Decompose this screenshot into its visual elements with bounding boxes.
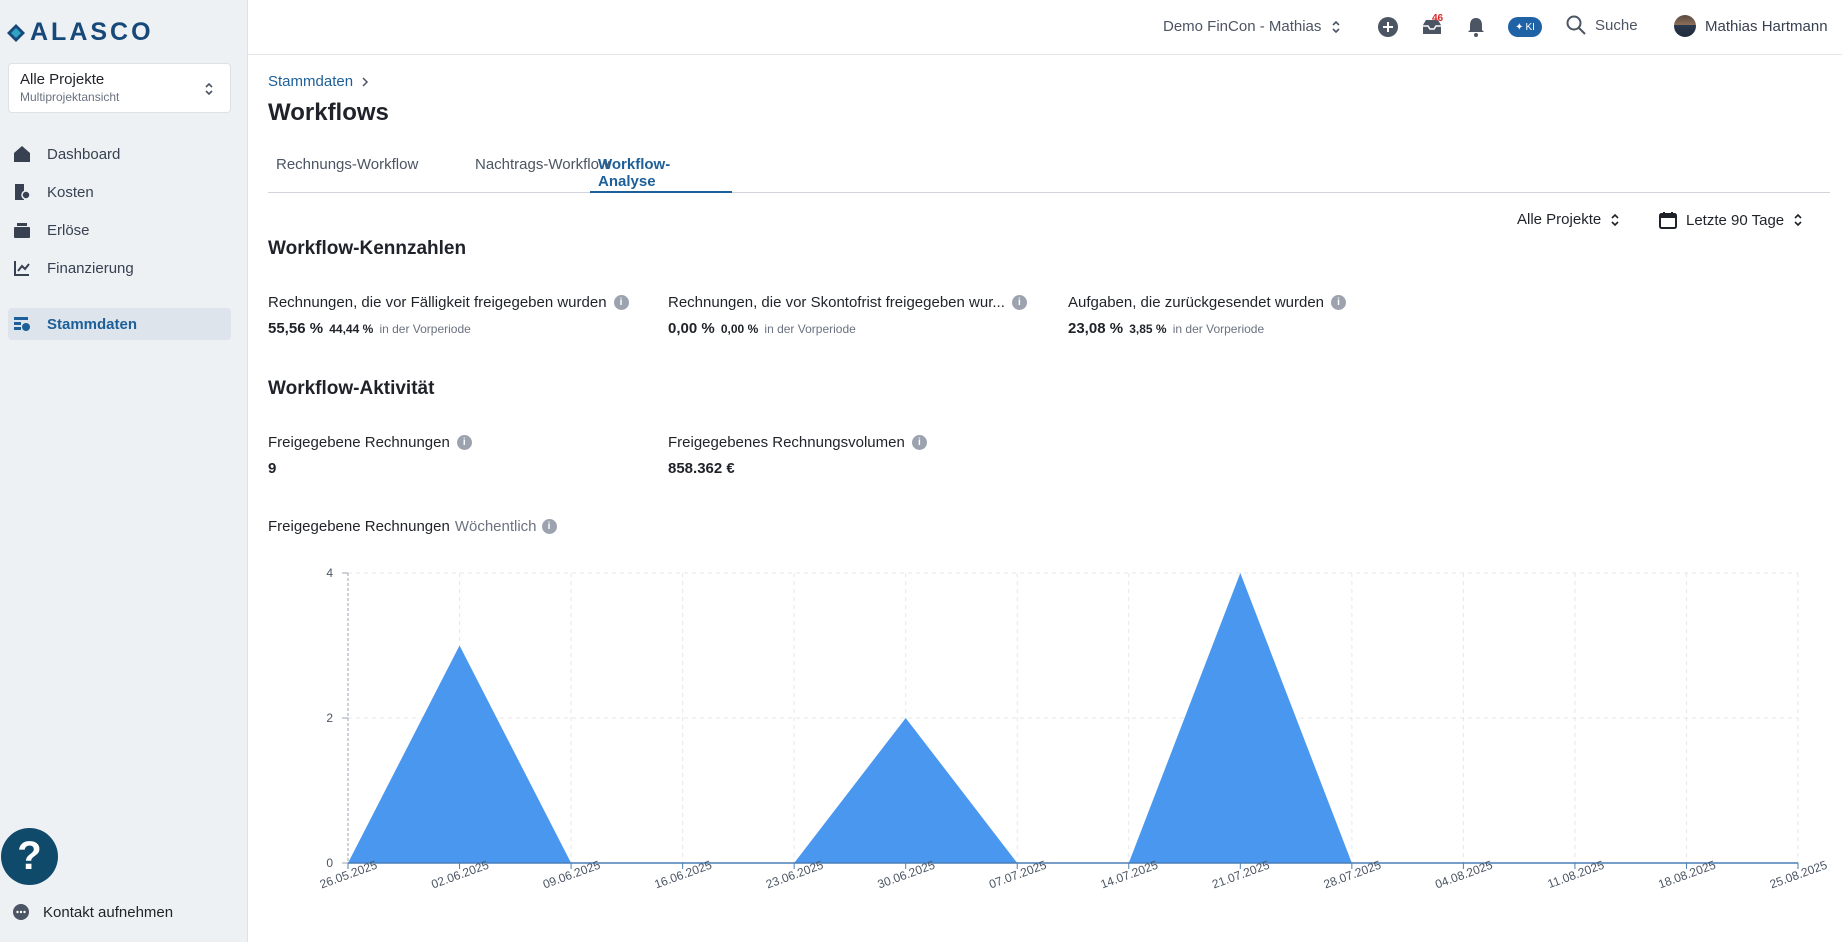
chevron-right-icon	[362, 76, 369, 87]
kpi-value: 858.362 €	[668, 460, 735, 477]
chat-icon	[13, 904, 29, 920]
tenant-selector[interactable]: Demo FinCon - Mathias	[1163, 18, 1341, 35]
top-bar: Demo FinCon - Mathias 46 ✦ KI Suche Math…	[248, 0, 1842, 55]
kpi-value: 0,00 %	[668, 320, 715, 337]
weekly-approvals-chart: 0 2 4 26.05.2025 02.06.2025 09.06.2025 16.06.2…	[300, 555, 1842, 942]
kpi-value: 9	[268, 460, 277, 477]
sidebar-item-label: Kosten	[47, 183, 94, 201]
help-button[interactable]: ?	[1, 828, 58, 885]
y-tick-label: 0	[326, 856, 333, 870]
kpi-skontofrist: Rechnungen, die vor Skontofrist freigege…	[668, 294, 1027, 337]
home-icon	[12, 144, 32, 164]
project-filter[interactable]: Alle Projekte	[1517, 211, 1620, 228]
period-filter[interactable]: Letzte 90 Tage	[1659, 211, 1803, 229]
kpi-freigegebene-rechnungen: Freigegebene Rechnungen i 9	[268, 434, 472, 477]
sidebar-item-stammdaten[interactable]: Stammdaten	[8, 308, 231, 340]
kpi-label: Freigegebene Rechnungen	[268, 434, 450, 451]
sidebar-item-finanzierung[interactable]: Finanzierung	[8, 252, 231, 284]
updown-chevron-icon	[1794, 213, 1802, 227]
sidebar: ALASCO Alle Projekte Multiprojektansicht…	[0, 0, 248, 942]
sidebar-item-label: Erlöse	[47, 221, 90, 239]
sidebar-item-label: Finanzierung	[47, 259, 134, 277]
master-data-icon	[12, 314, 32, 334]
tenant-label: Demo FinCon - Mathias	[1163, 18, 1322, 35]
kpi-label: Rechnungen, die vor Skontofrist freigege…	[668, 294, 1005, 311]
kpi-previous-note: in der Vorperiode	[379, 322, 471, 336]
ki-label: KI	[1525, 21, 1535, 33]
kpi-previous-value: 3,85 %	[1129, 322, 1167, 336]
breadcrumb[interactable]: Stammdaten	[268, 73, 369, 90]
info-icon[interactable]: i	[541, 519, 557, 534]
info-icon[interactable]: i	[911, 435, 927, 450]
add-icon[interactable]	[1376, 15, 1400, 39]
calendar-icon	[1659, 212, 1677, 229]
kpi-value: 23,08 %	[1068, 320, 1124, 337]
kpi-previous-value: 0,00 %	[720, 322, 759, 336]
kpi-previous-note: in der Vorperiode	[764, 322, 856, 336]
kpi-previous-note: in der Vorperiode	[1172, 322, 1265, 336]
kpi-label: Aufgaben, die zurückgesendet wurden	[1068, 294, 1325, 311]
chart-granularity: Wöchentlich	[454, 518, 537, 535]
updown-chevron-icon	[1611, 213, 1619, 226]
kennzahlen-title: Workflow-Kennzahlen	[268, 238, 467, 259]
bell-icon[interactable]	[1464, 15, 1488, 39]
avatar	[1674, 15, 1696, 37]
sparkle-icon: ✦	[1515, 21, 1524, 33]
kpi-rechnungsvolumen: Freigegebenes Rechnungsvolumen i 858.362 …	[668, 434, 927, 477]
user-name: Mathias Hartmann	[1705, 17, 1828, 35]
project-selector-title: Alle Projekte	[20, 71, 105, 88]
project-selector[interactable]: Alle Projekte Multiprojektansicht	[8, 63, 231, 113]
contact-label: Kontakt aufnehmen	[43, 903, 174, 921]
project-selector-subtitle: Multiprojektansicht	[20, 90, 120, 104]
tab-workflow-analyse[interactable]: Workflow-Analyse	[590, 148, 732, 193]
info-icon[interactable]: i	[456, 435, 472, 450]
kpi-label: Freigegebenes Rechnungsvolumen	[668, 434, 905, 451]
logo-text: ALASCO	[30, 18, 154, 46]
info-icon[interactable]: i	[1331, 295, 1347, 310]
kpi-label: Rechnungen, die vor Fälligkeit freigegeb…	[268, 294, 607, 311]
financing-icon	[12, 258, 32, 278]
tab-rechnungs-workflow[interactable]: Rechnungs-Workflow	[268, 148, 426, 193]
y-tick-label: 2	[326, 711, 333, 725]
revenue-icon	[12, 220, 32, 240]
aktivitaet-title: Workflow-Aktivität	[268, 378, 435, 399]
inbox-count-badge: 46	[1432, 13, 1444, 24]
alasco-logo-icon	[7, 23, 25, 42]
period-filter-label: Letzte 90 Tage	[1686, 211, 1785, 229]
contact-link[interactable]: Kontakt aufnehmen	[12, 903, 173, 921]
kpi-faelligkeit: Rechnungen, die vor Fälligkeit freigegeb…	[268, 294, 629, 337]
y-tick-label: 4	[326, 566, 333, 580]
breadcrumb-item: Stammdaten	[268, 73, 354, 90]
tab-bar: Rechnungs-Workflow Nachtrags-Workflow Wo…	[268, 148, 1830, 193]
search-button[interactable]: Suche	[1566, 15, 1638, 35]
kpi-value: 55,56 %	[268, 320, 324, 337]
page-title: Workflows	[268, 99, 389, 126]
logo[interactable]: ALASCO	[6, 18, 154, 47]
user-menu[interactable]: Mathias Hartmann	[1674, 15, 1828, 37]
sidebar-item-label: Stammdaten	[47, 315, 138, 333]
project-filter-label: Alle Projekte	[1517, 211, 1602, 228]
info-icon[interactable]: i	[1011, 295, 1027, 310]
info-icon[interactable]: i	[613, 295, 629, 310]
cost-icon	[12, 182, 32, 202]
updown-chevron-icon	[205, 82, 213, 96]
chart-title-label: Freigegebene Rechnungen	[268, 518, 450, 535]
search-icon	[1566, 15, 1586, 35]
sidebar-item-erloese[interactable]: Erlöse	[8, 214, 231, 246]
updown-chevron-icon	[1332, 20, 1340, 33]
chart-svg: 02426.05.2025 02.06.2025 09.06.2025 16.06.2…	[318, 566, 1830, 891]
sidebar-item-dashboard[interactable]: Dashboard	[8, 138, 231, 170]
ki-assistant-button[interactable]: ✦ KI	[1508, 17, 1542, 37]
search-label: Suche	[1595, 16, 1638, 34]
kpi-previous-value: 44,44 %	[329, 322, 374, 336]
chart-title: Freigegebene Rechnungen Wöchentlich i	[268, 518, 557, 535]
sidebar-item-label: Dashboard	[47, 145, 121, 163]
kpi-zurueckgesendet: Aufgaben, die zurückgesendet wurden i 23,…	[1068, 294, 1347, 337]
sidebar-item-kosten[interactable]: Kosten	[8, 176, 231, 208]
